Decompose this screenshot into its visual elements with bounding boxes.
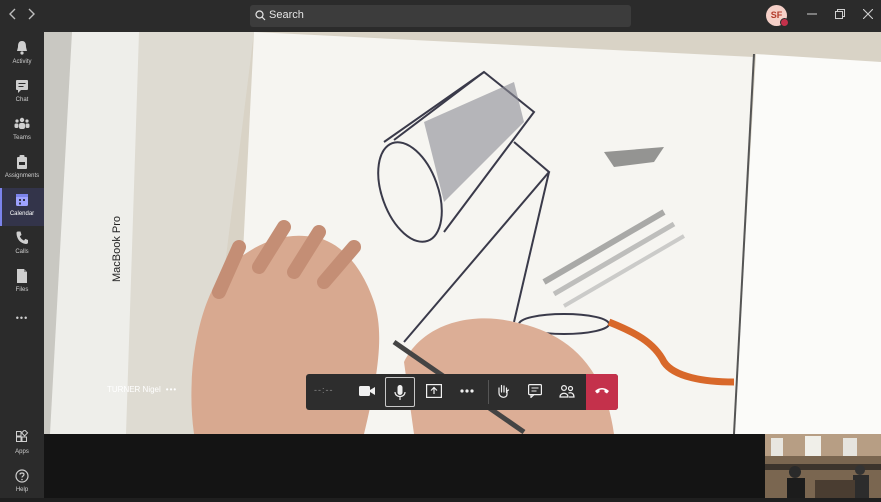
chevron-right-icon <box>28 8 35 20</box>
rail-item-label: Apps <box>15 449 29 455</box>
teams-icon <box>0 116 44 134</box>
rail-item-files[interactable]: Files <box>0 264 44 302</box>
more-actions-button[interactable] <box>452 377 482 407</box>
participants-button[interactable] <box>552 377 582 407</box>
more-apps-button[interactable]: ••• <box>0 308 44 328</box>
forward-button[interactable] <box>24 8 38 22</box>
rail-item-apps[interactable]: Apps <box>0 426 44 464</box>
camera-icon <box>359 386 375 396</box>
apps-icon <box>0 429 44 448</box>
share-screen-icon <box>426 384 443 399</box>
chat-button[interactable] <box>520 377 550 407</box>
file-icon <box>0 268 44 286</box>
camera-button[interactable] <box>352 377 382 407</box>
rail-item-label: Files <box>15 287 29 293</box>
rail-item-label: Activity <box>12 59 32 65</box>
hang-up-icon <box>595 388 609 394</box>
help-icon <box>0 468 44 486</box>
search-icon <box>255 10 266 21</box>
rail-item-activity[interactable]: Activity <box>0 36 44 74</box>
bell-icon <box>0 40 44 58</box>
rail-item-calendar[interactable]: Calendar <box>0 188 44 226</box>
assignments-icon <box>0 154 44 172</box>
rail-item-help[interactable]: Help <box>0 464 44 502</box>
chat-icon <box>0 78 44 96</box>
call-controls: --:-- <box>306 374 618 410</box>
rail-item-label: Assignments <box>4 173 40 179</box>
minimize-icon <box>807 13 817 15</box>
search-input[interactable]: Search <box>250 5 631 27</box>
app-rail: Activity Chat Teams Assignments Calendar… <box>0 32 44 498</box>
rail-item-label: Chat <box>15 97 29 103</box>
stage-bottom-area <box>44 434 881 498</box>
rail-item-calls[interactable]: Calls <box>0 226 44 264</box>
restore-button[interactable] <box>833 8 847 22</box>
title-bar: Search SF <box>0 0 881 32</box>
back-button[interactable] <box>6 8 20 22</box>
participant-label: TURNER Nigel ••• <box>107 385 177 394</box>
raise-hand-button[interactable] <box>488 377 518 407</box>
rail-item-label: Help <box>15 487 29 493</box>
rail-item-chat[interactable]: Chat <box>0 74 44 112</box>
close-icon <box>862 8 874 20</box>
microphone-button[interactable] <box>385 377 415 407</box>
calendar-icon <box>0 192 44 210</box>
rail-item-assignments[interactable]: Assignments <box>0 150 44 188</box>
chat-icon <box>528 384 543 399</box>
status-badge <box>780 18 789 27</box>
call-timer: --:-- <box>314 385 334 395</box>
self-view-feed <box>765 434 881 498</box>
phone-icon <box>0 230 44 248</box>
restore-icon <box>835 9 845 19</box>
laptop-box-label: MacBook Pro <box>111 216 123 282</box>
rail-item-label: Teams <box>13 135 31 141</box>
participants-icon <box>559 384 575 398</box>
microphone-icon <box>394 385 406 400</box>
raise-hand-icon <box>498 384 510 398</box>
participant-name: TURNER Nigel <box>107 385 161 394</box>
rail-item-label: Calls <box>15 249 29 255</box>
self-view-video[interactable] <box>765 434 881 498</box>
rail-item-teams[interactable]: Teams <box>0 112 44 150</box>
rail-item-label: Calendar <box>9 211 35 217</box>
search-placeholder: Search <box>269 9 304 21</box>
hang-up-button[interactable] <box>586 374 618 410</box>
close-button[interactable] <box>861 8 875 22</box>
more-icon: ••• <box>15 313 29 323</box>
participant-more-button[interactable]: ••• <box>166 385 177 394</box>
share-screen-button[interactable] <box>419 377 449 407</box>
chevron-left-icon <box>9 8 16 20</box>
minimize-button[interactable] <box>805 8 819 22</box>
avatar[interactable]: SF <box>766 5 789 27</box>
more-icon <box>460 389 474 393</box>
